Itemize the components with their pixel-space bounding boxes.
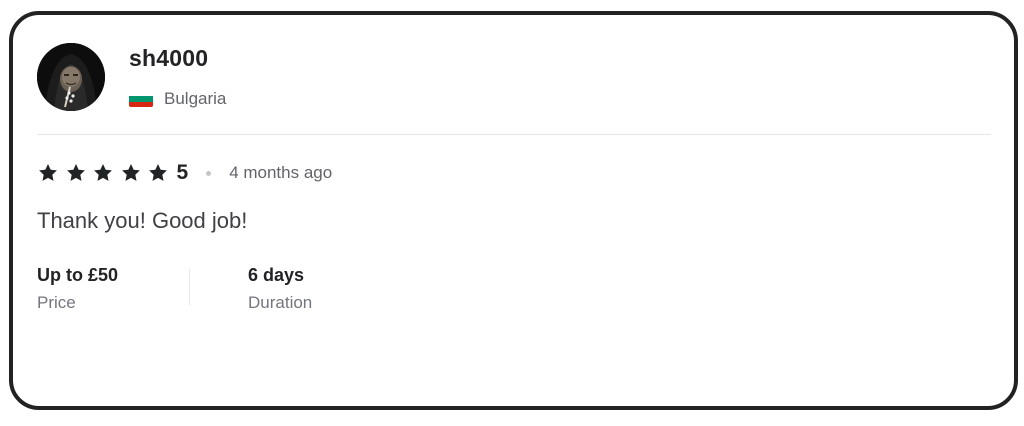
price-detail: Up to £50 Price: [37, 263, 118, 315]
price-label: Price: [37, 293, 76, 312]
rating-value: 5: [176, 161, 189, 184]
star-icon: [37, 162, 59, 184]
hooded-figure-avatar-icon: [37, 43, 105, 111]
duration-value: 6 days: [248, 265, 305, 285]
star-icon: [92, 162, 114, 184]
review-time-ago: 4 months ago: [229, 163, 333, 182]
flag-band-red: [129, 101, 153, 107]
reviewer-country: Bulgaria: [129, 87, 226, 111]
review-text: Thank you! Good job!: [37, 208, 248, 233]
star-icon: [120, 162, 142, 184]
details-divider: [189, 269, 190, 305]
reviewer-username[interactable]: sh4000: [129, 45, 208, 72]
separator-dot: [206, 170, 212, 176]
review-card: sh4000 Bulgaria 5 4 months ago Thank you…: [9, 11, 1018, 410]
duration-detail: 6 days Duration: [248, 263, 312, 315]
star-icon: [147, 162, 169, 184]
rating-row: 5 4 months ago: [37, 159, 332, 187]
star-rating: [37, 162, 175, 184]
price-value: Up to £50: [37, 265, 119, 285]
country-name: Bulgaria: [164, 89, 227, 108]
avatar[interactable]: [37, 43, 105, 111]
star-icon: [65, 162, 87, 184]
duration-label: Duration: [248, 293, 313, 312]
header-divider: [37, 134, 991, 135]
bulgaria-flag-icon: [129, 91, 153, 107]
